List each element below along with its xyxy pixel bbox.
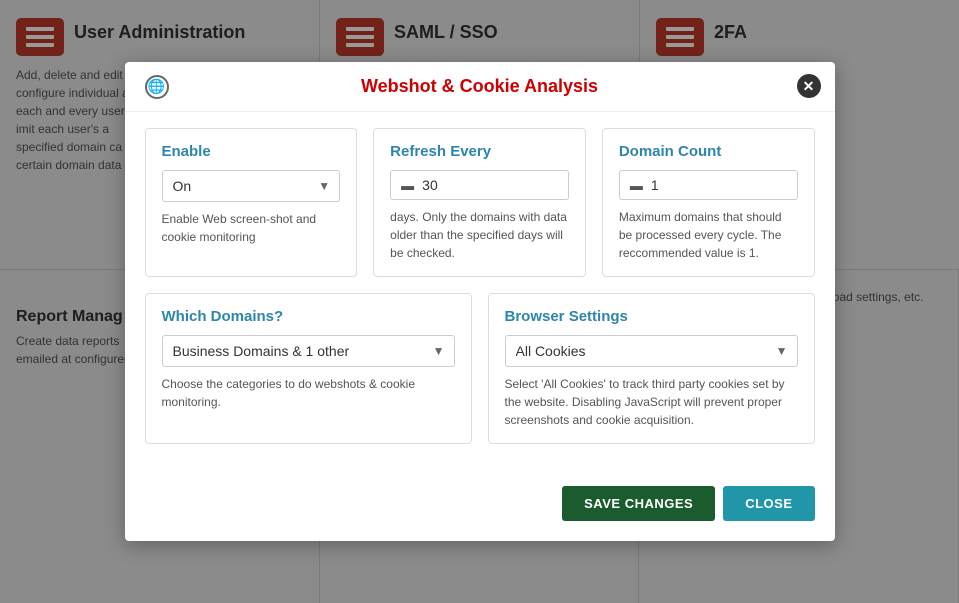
enable-description: Enable Web screen-shot and cookie monito… (162, 210, 341, 246)
modal-footer: SAVE CHANGES CLOSE (125, 476, 835, 521)
domain-count-input-icon: ▬ (630, 178, 643, 193)
modal-body: Enable On Off ▼ Enable Web screen-shot a… (125, 112, 835, 476)
enable-label: Enable (162, 143, 341, 160)
domain-count-input-wrapper: ▬ (619, 170, 798, 200)
modal-close-x-button[interactable]: ✕ (797, 74, 821, 98)
enable-select-wrapper: On Off ▼ (162, 170, 341, 202)
modal-overlay: 🌐 Webshot & Cookie Analysis ✕ Enable On … (0, 0, 959, 603)
browser-settings-label: Browser Settings (505, 308, 798, 325)
refresh-input-icon: ▬ (401, 178, 414, 193)
refresh-input[interactable] (422, 177, 558, 193)
close-button[interactable]: CLOSE (723, 486, 814, 521)
webshot-cookie-modal: 🌐 Webshot & Cookie Analysis ✕ Enable On … (125, 62, 835, 541)
browser-settings-select[interactable]: All Cookies First Party Only None (505, 335, 798, 367)
browser-settings-card: Browser Settings All Cookies First Party… (488, 293, 815, 444)
which-domains-description: Choose the categories to do webshots & c… (162, 375, 455, 411)
refresh-label: Refresh Every (390, 143, 569, 160)
refresh-card: Refresh Every ▬ days. Only the domains w… (373, 128, 586, 277)
refresh-input-wrapper: ▬ (390, 170, 569, 200)
domain-count-input[interactable] (651, 177, 787, 193)
domain-count-label: Domain Count (619, 143, 798, 160)
domain-count-card: Domain Count ▬ Maximum domains that shou… (602, 128, 815, 277)
refresh-description: days. Only the domains with data older t… (390, 208, 569, 262)
browser-settings-select-wrapper: All Cookies First Party Only None ▼ (505, 335, 798, 367)
which-domains-card: Which Domains? Business Domains & 1 othe… (145, 293, 472, 444)
which-domains-select[interactable]: Business Domains & 1 other All Domains B… (162, 335, 455, 367)
browser-settings-description: Select 'All Cookies' to track third part… (505, 375, 798, 429)
domain-count-description: Maximum domains that should be processed… (619, 208, 798, 262)
enable-select[interactable]: On Off (162, 170, 341, 202)
modal-title: Webshot & Cookie Analysis (361, 76, 598, 97)
settings-row-1: Enable On Off ▼ Enable Web screen-shot a… (145, 128, 815, 277)
globe-icon: 🌐 (145, 75, 169, 99)
modal-header: 🌐 Webshot & Cookie Analysis ✕ (125, 62, 835, 112)
settings-row-2: Which Domains? Business Domains & 1 othe… (145, 293, 815, 444)
enable-card: Enable On Off ▼ Enable Web screen-shot a… (145, 128, 358, 277)
which-domains-label: Which Domains? (162, 308, 455, 325)
save-changes-button[interactable]: SAVE CHANGES (562, 486, 715, 521)
which-domains-select-wrapper: Business Domains & 1 other All Domains B… (162, 335, 455, 367)
